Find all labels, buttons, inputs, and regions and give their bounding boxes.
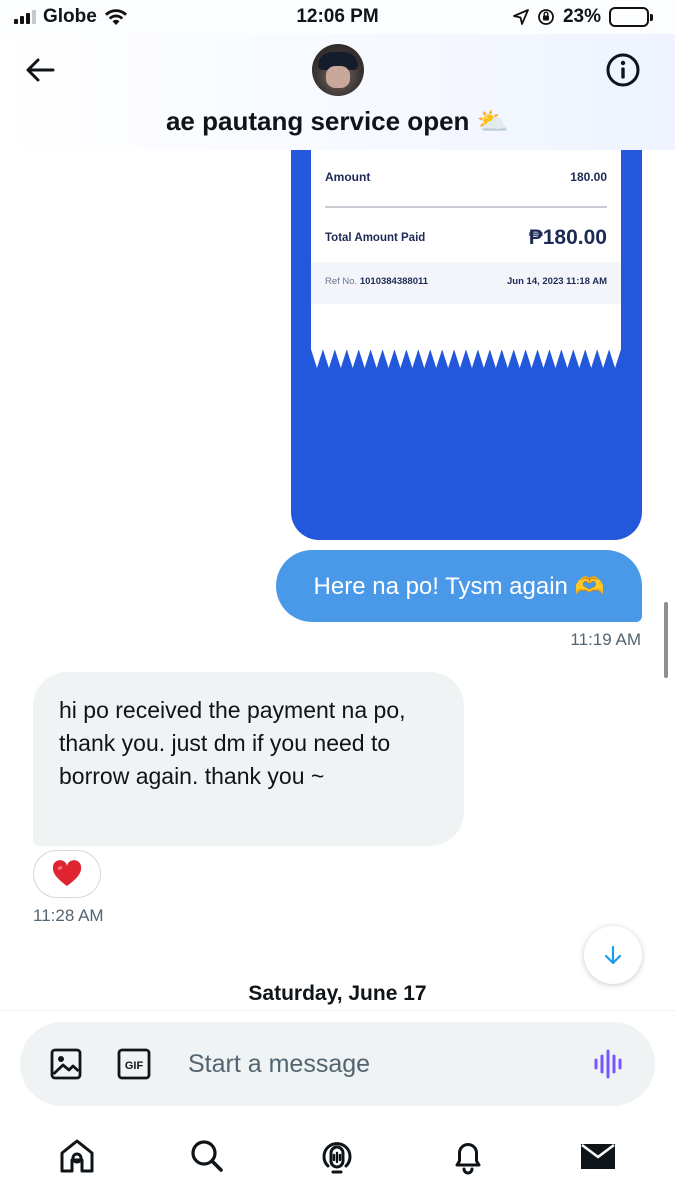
scroll-to-bottom-button[interactable] [584,926,642,984]
notifications-icon [455,1143,481,1175]
receipt-torn-edge [311,346,621,368]
scrollbar[interactable] [664,602,668,678]
search-icon [191,1140,224,1172]
outgoing-message-time: 11:19 AM [570,630,641,649]
image-icon [50,1048,82,1080]
receipt-ref-value: 1010384388011 [359,276,429,287]
nav-messages[interactable] [573,1131,623,1181]
outgoing-message-text: Here na po! Tysm again 🫶 [313,572,605,600]
voice-message-icon [594,1049,622,1079]
bottom-navigation [0,1122,675,1200]
receipt-ref-row: Ref No. 1010384388011 Jun 14, 2023 11:18… [325,276,607,287]
receipt-total-label: Total Amount Paid [325,232,426,244]
arrow-down-icon [604,945,622,965]
receipt-amount-row: Amount 180.00 [325,170,607,184]
receipt-image-message[interactable]: Amount 180.00 Total Amount Paid ₱180.00 … [291,150,642,540]
conversation-header: ae pautang service open ⛅ [0,34,675,150]
nav-notifications[interactable] [443,1131,493,1181]
cellular-signal-icon [14,10,36,24]
info-icon [606,53,640,87]
message-composer: GIF [20,1022,655,1106]
receipt-card: Amount 180.00 Total Amount Paid ₱180.00 … [311,150,621,350]
message-input[interactable] [188,1044,568,1084]
status-bar: Globe 12:06 PM 23% [0,0,675,34]
incoming-message-bubble[interactable]: hi po received the payment na po, thank … [33,672,464,846]
svg-text:GIF: GIF [125,1060,144,1072]
wifi-icon [104,9,127,25]
heart-reaction[interactable] [33,850,101,898]
receipt-ref-label: Ref No. [325,276,358,287]
battery-percent: 23% [562,6,601,27]
battery-icon [609,7,653,27]
add-gif-button[interactable]: GIF [116,1046,152,1082]
avatar[interactable] [312,44,364,96]
nav-home[interactable] [52,1131,102,1181]
spaces-icon [323,1142,352,1174]
outgoing-message-bubble[interactable]: Here na po! Tysm again 🫶 [276,550,642,622]
home-icon [60,1139,94,1173]
back-button[interactable] [22,52,58,88]
back-arrow-icon [26,58,55,82]
gif-icon: GIF [117,1048,151,1080]
receipt-divider [325,206,607,208]
add-photo-button[interactable] [48,1046,84,1082]
conversation-title[interactable]: ae pautang service open ⛅ [0,106,675,137]
nav-search[interactable] [182,1131,232,1181]
status-right: 23% [513,6,653,28]
receipt-amount-label: Amount [325,170,371,184]
avatar-face [326,66,350,88]
incoming-message-text: hi po received the payment na po, thank … [59,697,406,789]
nav-spaces[interactable] [312,1131,362,1181]
carrier-name: Globe [43,6,97,27]
receipt-total-value: ₱180.00 [528,226,607,249]
receipt-total-row: Total Amount Paid ₱180.00 [325,226,607,250]
status-left: Globe [14,6,128,28]
orientation-lock-icon [538,9,554,25]
voice-message-button[interactable] [591,1046,627,1082]
red-heart-icon [52,860,82,886]
incoming-message-time: 11:28 AM [33,906,104,925]
date-separator: Saturday, June 17 [248,982,427,1005]
receipt-date: Jun 14, 2023 11:18 AM [507,276,607,287]
receipt-amount-value: 180.00 [570,170,607,184]
info-button[interactable] [605,52,641,88]
messages-icon [580,1143,615,1169]
location-arrow-icon [513,9,529,25]
